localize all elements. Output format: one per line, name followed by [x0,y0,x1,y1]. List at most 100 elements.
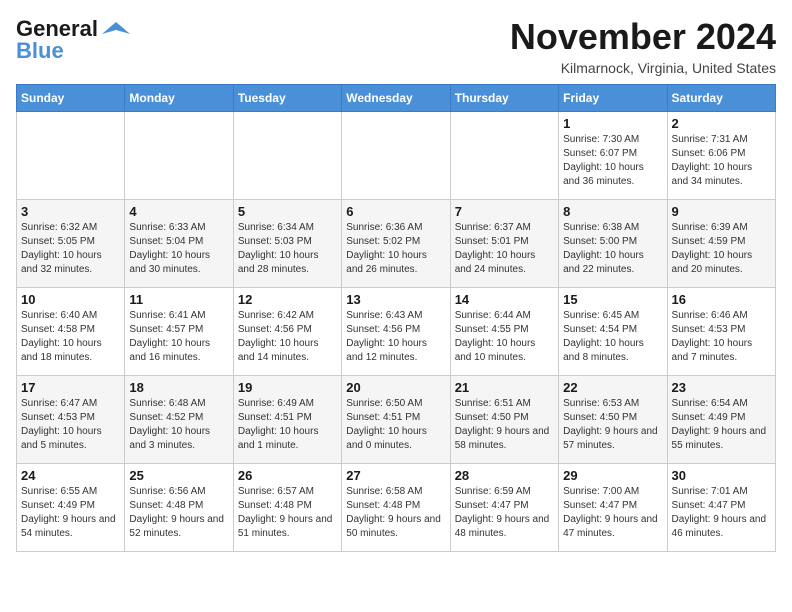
calendar-cell: 10 Sunrise: 6:40 AMSunset: 4:58 PMDayligh… [17,288,125,376]
day-number: 12 [238,292,337,307]
cell-content: Sunrise: 6:54 AMSunset: 4:49 PMDaylight:… [672,397,771,453]
calendar-cell: 28 Sunrise: 6:59 AMSunset: 4:47 PMDayligh… [450,464,558,552]
cell-content: Sunrise: 6:48 AMSunset: 4:52 PMDaylight:… [129,397,228,453]
day-number: 22 [563,380,662,395]
cell-content: Sunrise: 6:37 AMSunset: 5:01 PMDaylight:… [455,221,554,277]
calendar-cell: 21 Sunrise: 6:51 AMSunset: 4:50 PMDayligh… [450,376,558,464]
calendar-cell: 9 Sunrise: 6:39 AMSunset: 4:59 PMDaylight… [667,200,775,288]
cell-content: Sunrise: 6:57 AMSunset: 4:48 PMDaylight:… [238,485,337,541]
calendar-cell: 2Sunrise: 7:31 AMSunset: 6:06 PMDaylight… [667,112,775,200]
day-number: 21 [455,380,554,395]
day-number: 4 [129,204,228,219]
day-number: 13 [346,292,445,307]
day-number: 7 [455,204,554,219]
cell-content: Sunrise: 7:01 AMSunset: 4:47 PMDaylight:… [672,485,771,541]
calendar-cell: 18 Sunrise: 6:48 AMSunset: 4:52 PMDayligh… [125,376,233,464]
week-row-3: 10 Sunrise: 6:40 AMSunset: 4:58 PMDayligh… [17,288,776,376]
calendar-cell: 30 Sunrise: 7:01 AMSunset: 4:47 PMDayligh… [667,464,775,552]
day-number: 18 [129,380,228,395]
day-number: 15 [563,292,662,307]
header-row: SundayMondayTuesdayWednesdayThursdayFrid… [17,85,776,112]
cell-content: Sunrise: 6:59 AMSunset: 4:47 PMDaylight:… [455,485,554,541]
calendar-cell: 4 Sunrise: 6:33 AMSunset: 5:04 PMDaylight… [125,200,233,288]
cell-content: Sunrise: 6:45 AMSunset: 4:54 PMDaylight:… [563,309,662,365]
day-number: 29 [563,468,662,483]
month-title: November 2024 [510,16,776,58]
day-number: 17 [21,380,120,395]
day-number: 25 [129,468,228,483]
calendar-cell: 8Sunrise: 6:38 AMSunset: 5:00 PMDaylight… [559,200,667,288]
day-number: 16 [672,292,771,307]
header-monday: Monday [125,85,233,112]
calendar-cell: 19Sunrise: 6:49 AMSunset: 4:51 PMDayligh… [233,376,341,464]
cell-content: Sunrise: 6:51 AMSunset: 4:50 PMDaylight:… [455,397,554,453]
day-number: 14 [455,292,554,307]
week-row-5: 24 Sunrise: 6:55 AMSunset: 4:49 PMDayligh… [17,464,776,552]
header-saturday: Saturday [667,85,775,112]
calendar-cell: 5 Sunrise: 6:34 AMSunset: 5:03 PMDaylight… [233,200,341,288]
cell-content: Sunrise: 6:55 AMSunset: 4:49 PMDaylight:… [21,485,120,541]
header-tuesday: Tuesday [233,85,341,112]
day-number: 10 [21,292,120,307]
cell-content: Sunrise: 6:49 AMSunset: 4:51 PMDaylight:… [238,397,337,453]
calendar-cell: 15 Sunrise: 6:45 AMSunset: 4:54 PMDayligh… [559,288,667,376]
day-number: 5 [238,204,337,219]
calendar-cell: 22Sunrise: 6:53 AMSunset: 4:50 PMDayligh… [559,376,667,464]
header-friday: Friday [559,85,667,112]
logo-bird-icon [102,20,130,38]
location-subtitle: Kilmarnock, Virginia, United States [510,60,776,76]
calendar-cell: 12 Sunrise: 6:42 AMSunset: 4:56 PMDayligh… [233,288,341,376]
calendar-cell: 1Sunrise: 7:30 AMSunset: 6:07 PMDaylight… [559,112,667,200]
calendar-cell: 13Sunrise: 6:43 AMSunset: 4:56 PMDayligh… [342,288,450,376]
cell-content: Sunrise: 7:00 AMSunset: 4:47 PMDaylight:… [563,485,662,541]
calendar-cell: 20Sunrise: 6:50 AMSunset: 4:51 PMDayligh… [342,376,450,464]
header-wednesday: Wednesday [342,85,450,112]
calendar-table: SundayMondayTuesdayWednesdayThursdayFrid… [16,84,776,552]
calendar-cell: 23Sunrise: 6:54 AMSunset: 4:49 PMDayligh… [667,376,775,464]
calendar-cell [342,112,450,200]
cell-content: Sunrise: 6:40 AMSunset: 4:58 PMDaylight:… [21,309,120,365]
week-row-4: 17 Sunrise: 6:47 AMSunset: 4:53 PMDayligh… [17,376,776,464]
calendar-cell: 17 Sunrise: 6:47 AMSunset: 4:53 PMDayligh… [17,376,125,464]
calendar-cell [125,112,233,200]
week-row-2: 3Sunrise: 6:32 AMSunset: 5:05 PMDaylight… [17,200,776,288]
header-thursday: Thursday [450,85,558,112]
cell-content: Sunrise: 6:47 AMSunset: 4:53 PMDaylight:… [21,397,120,453]
day-number: 24 [21,468,120,483]
day-number: 11 [129,292,228,307]
cell-content: Sunrise: 6:41 AMSunset: 4:57 PMDaylight:… [129,309,228,365]
header-sunday: Sunday [17,85,125,112]
calendar-cell [450,112,558,200]
day-number: 9 [672,204,771,219]
cell-content: Sunrise: 6:46 AMSunset: 4:53 PMDaylight:… [672,309,771,365]
calendar-cell: 6Sunrise: 6:36 AMSunset: 5:02 PMDaylight… [342,200,450,288]
cell-content: Sunrise: 6:44 AMSunset: 4:55 PMDaylight:… [455,309,554,365]
calendar-cell: 11 Sunrise: 6:41 AMSunset: 4:57 PMDayligh… [125,288,233,376]
cell-content: Sunrise: 6:58 AMSunset: 4:48 PMDaylight:… [346,485,445,541]
cell-content: Sunrise: 6:34 AMSunset: 5:03 PMDaylight:… [238,221,337,277]
calendar-cell [17,112,125,200]
calendar-cell: 25 Sunrise: 6:56 AMSunset: 4:48 PMDayligh… [125,464,233,552]
day-number: 6 [346,204,445,219]
calendar-cell: 3Sunrise: 6:32 AMSunset: 5:05 PMDaylight… [17,200,125,288]
logo-blue-text: Blue [16,38,64,64]
day-number: 28 [455,468,554,483]
cell-content: Sunrise: 6:39 AMSunset: 4:59 PMDaylight:… [672,221,771,277]
page-header: General Blue November 2024 Kilmarnock, V… [16,16,776,76]
calendar-cell: 27Sunrise: 6:58 AMSunset: 4:48 PMDayligh… [342,464,450,552]
day-number: 30 [672,468,771,483]
day-number: 1 [563,116,662,131]
day-number: 3 [21,204,120,219]
logo: General Blue [16,16,130,64]
cell-content: Sunrise: 6:33 AMSunset: 5:04 PMDaylight:… [129,221,228,277]
calendar-cell [233,112,341,200]
cell-content: Sunrise: 6:42 AMSunset: 4:56 PMDaylight:… [238,309,337,365]
calendar-cell: 14 Sunrise: 6:44 AMSunset: 4:55 PMDayligh… [450,288,558,376]
calendar-cell: 24 Sunrise: 6:55 AMSunset: 4:49 PMDayligh… [17,464,125,552]
calendar-cell: 7 Sunrise: 6:37 AMSunset: 5:01 PMDaylight… [450,200,558,288]
title-block: November 2024 Kilmarnock, Virginia, Unit… [510,16,776,76]
day-number: 8 [563,204,662,219]
day-number: 26 [238,468,337,483]
cell-content: Sunrise: 6:56 AMSunset: 4:48 PMDaylight:… [129,485,228,541]
calendar-cell: 29 Sunrise: 7:00 AMSunset: 4:47 PMDayligh… [559,464,667,552]
